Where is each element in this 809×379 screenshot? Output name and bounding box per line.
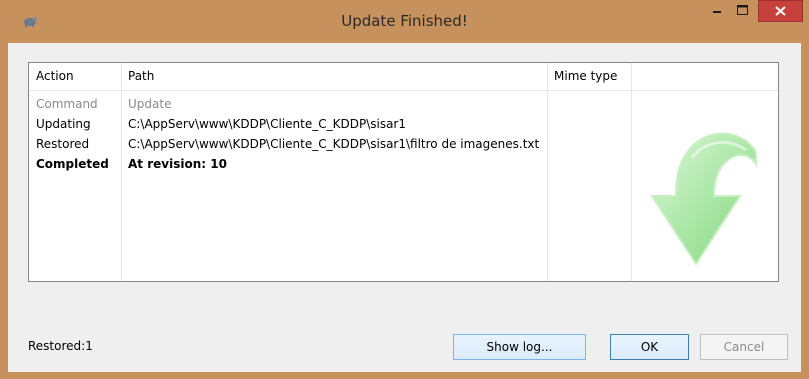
- list-item[interactable]: Command Update: [29, 94, 778, 114]
- maximize-button[interactable]: [730, 0, 755, 22]
- path-cell: C:\AppServ\www\KDDP\Cliente_C_KDDP\sisar…: [128, 137, 540, 151]
- action-cell: Completed: [36, 157, 109, 171]
- action-cell: Updating: [36, 117, 91, 131]
- action-cell: Restored: [36, 137, 90, 151]
- show-log-label: Show log...: [486, 340, 553, 354]
- path-cell: At revision: 10: [128, 157, 227, 171]
- cancel-button[interactable]: Cancel: [700, 334, 788, 360]
- dialog-content: Action Path Mime type Command Update Upd…: [8, 43, 801, 372]
- action-cell: Command: [36, 97, 98, 111]
- minimize-button[interactable]: [705, 0, 729, 22]
- maximize-icon: [737, 5, 748, 15]
- close-icon: [775, 6, 786, 16]
- title-bar[interactable]: Update Finished!: [0, 0, 809, 42]
- close-button[interactable]: [758, 0, 803, 22]
- ok-label: OK: [640, 340, 659, 354]
- update-finished-window: Update Finished! Action Path Mime type C…: [0, 0, 809, 379]
- column-header-path[interactable]: Path: [121, 63, 547, 90]
- path-cell: C:\AppServ\www\KDDP\Cliente_C_KDDP\sisar…: [128, 117, 406, 131]
- status-summary: Restored:1: [28, 339, 93, 353]
- cancel-label: Cancel: [723, 340, 765, 354]
- column-header-mime-type[interactable]: Mime type: [547, 63, 631, 90]
- path-cell: Update: [128, 97, 172, 111]
- update-results-list[interactable]: Action Path Mime type Command Update Upd…: [28, 62, 779, 282]
- show-log-button[interactable]: Show log...: [453, 334, 586, 360]
- window-title: Update Finished!: [341, 12, 468, 30]
- list-header: Action Path Mime type: [29, 63, 778, 91]
- update-arrow-icon: [650, 132, 757, 266]
- column-header-action[interactable]: Action: [29, 63, 121, 90]
- ok-button[interactable]: OK: [610, 334, 689, 360]
- minimize-icon: [713, 11, 721, 13]
